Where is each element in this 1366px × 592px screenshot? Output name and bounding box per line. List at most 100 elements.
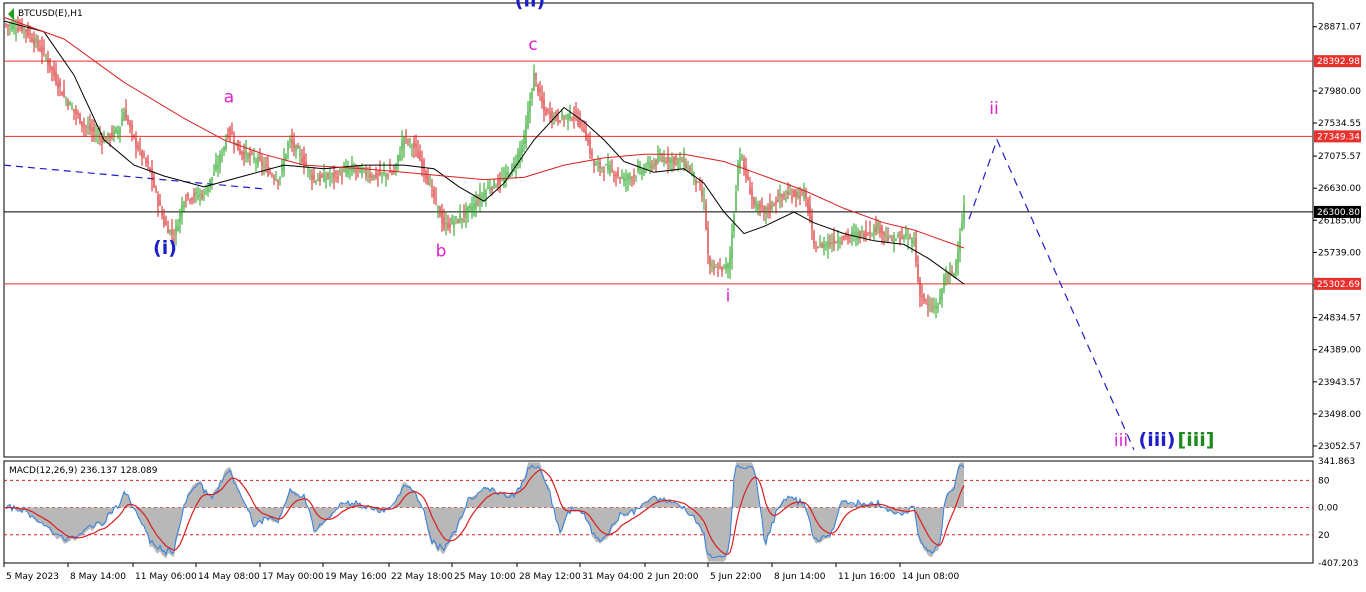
wave-label[interactable]: ii [989, 99, 998, 119]
wave-label[interactable]: [iii] [1178, 429, 1215, 451]
candle-body [375, 171, 377, 178]
candle-body [945, 277, 947, 281]
candle-body [701, 190, 703, 197]
candle-body [385, 173, 387, 177]
candle-body [379, 171, 381, 176]
candle-body [43, 47, 45, 50]
wave-label[interactable]: c [528, 35, 537, 55]
candle-body [881, 225, 883, 234]
candle-body [467, 205, 469, 213]
wave-label[interactable]: (iii) [1139, 429, 1176, 451]
candle-body [859, 231, 861, 238]
candle-body [207, 186, 209, 192]
candle-body [163, 215, 165, 226]
candle-body [475, 200, 477, 209]
candle-body [537, 84, 539, 94]
candle-body [177, 225, 179, 231]
time-axis-tick-label: 28 May 12:00 [519, 572, 581, 582]
candle-body [671, 158, 673, 164]
candle-body [805, 192, 807, 199]
candle-body [127, 118, 129, 123]
candle-body [249, 153, 251, 157]
chart-window[interactable]: 28871.07 27980.00 27534.55 27075.57 26630.00… [0, 0, 1366, 588]
candle-body [261, 160, 263, 167]
candle-body [461, 218, 463, 221]
candle-body [329, 176, 331, 178]
main-plot-frame [3, 2, 1314, 458]
time-axis-tick-label: 2 Jun 20:00 [647, 572, 699, 582]
candle-body [699, 186, 701, 188]
candle-body [437, 205, 439, 208]
time-axis-tick-label: 17 May 00:00 [262, 572, 324, 582]
candle-body [453, 222, 455, 227]
candle-body [939, 295, 941, 304]
candle-body [911, 239, 913, 244]
wave-label[interactable]: (ii) [515, 0, 545, 12]
candle-body [775, 201, 777, 203]
candle-body [943, 275, 945, 290]
candle-body [919, 280, 921, 298]
candle-body [789, 193, 791, 195]
candle-body [765, 206, 767, 214]
candle-body [705, 203, 707, 230]
candle-body [355, 169, 357, 171]
candle-body [9, 24, 11, 27]
candle-body [411, 146, 413, 148]
candle-body [781, 194, 783, 197]
candle-body [65, 99, 67, 101]
candle-body [95, 134, 97, 137]
price-axis-tick-label: 27534.55 [1318, 119, 1361, 129]
candle-body [597, 162, 599, 165]
candle-body [205, 193, 207, 195]
wave-label[interactable]: i [726, 286, 731, 306]
candle-body [415, 143, 417, 149]
wave-label[interactable]: (i) [153, 237, 177, 259]
candle-body [455, 216, 457, 219]
candle-body [383, 172, 385, 174]
candle-body [97, 134, 99, 136]
wave-label[interactable]: iii [1114, 431, 1128, 451]
candle-body [377, 173, 379, 176]
candle-body [499, 178, 501, 185]
candle-body [925, 299, 927, 302]
candle-body [711, 265, 713, 267]
wave-label[interactable]: b [436, 242, 447, 262]
candle-body [675, 156, 677, 160]
indicator-axis-tick-label: 80 [1318, 476, 1330, 486]
candle-body [433, 188, 435, 198]
candle-body [39, 48, 41, 51]
candle-body [887, 238, 889, 242]
time-axis-tick-label: 14 Jun 08:00 [902, 572, 959, 582]
candle-body [823, 243, 825, 249]
candle-body [29, 34, 31, 36]
candle-body [225, 139, 227, 149]
candle-body [69, 102, 71, 106]
candle-body [623, 176, 625, 182]
candle-body [629, 176, 631, 179]
candle-body [445, 222, 447, 225]
candle-body [957, 251, 959, 265]
candle-body [921, 295, 923, 297]
candle-body [483, 192, 485, 199]
candle-body [93, 127, 95, 133]
candle-body [595, 163, 597, 166]
candle-body [687, 166, 689, 168]
candle-body [835, 242, 837, 244]
price-level-tag-label: 28392.98 [1317, 57, 1360, 67]
candle-body [839, 241, 841, 244]
candle-body [751, 190, 753, 199]
candle-body [875, 227, 877, 233]
candle-body [429, 182, 431, 185]
candle-body [769, 204, 771, 210]
indicator-title: MACD(12,26,9) 236.137 128.089 [9, 466, 158, 476]
candle-body [73, 108, 75, 112]
candle-body [545, 109, 547, 116]
price-chart[interactable]: 28871.07 27980.00 27534.55 27075.57 26630.00… [0, 0, 1366, 588]
candle-body [157, 195, 159, 206]
wave-label[interactable]: a [224, 87, 234, 107]
candle-body [773, 204, 775, 206]
candle-body [201, 194, 203, 199]
candle-body [441, 212, 443, 224]
candle-body [19, 26, 21, 29]
candle-body [491, 187, 493, 190]
